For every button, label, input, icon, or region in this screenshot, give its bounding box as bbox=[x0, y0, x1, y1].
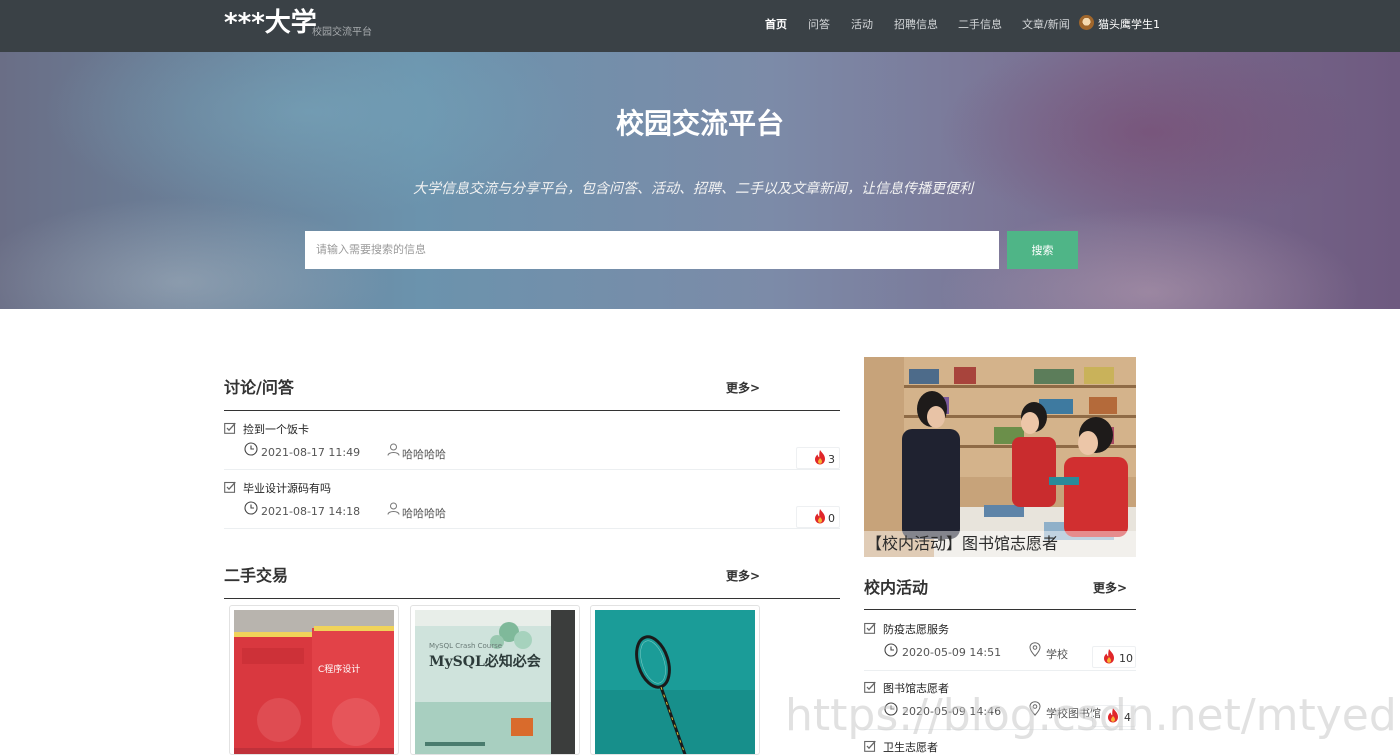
library-volunteers-photo bbox=[864, 357, 1136, 557]
nav-jobs[interactable]: 招聘信息 bbox=[894, 16, 938, 32]
edit-icon bbox=[224, 481, 236, 493]
search-button[interactable]: 搜索 bbox=[1007, 231, 1078, 269]
hero-banner: 校园交流平台 大学信息交流与分享平台，包含问答、活动、招聘、二手以及文章新闻，让… bbox=[0, 52, 1400, 309]
secondhand-card[interactable] bbox=[590, 605, 760, 755]
search-input[interactable] bbox=[305, 231, 999, 269]
brand-subtitle: 校园交流平台 bbox=[312, 27, 372, 38]
nav-activity[interactable]: 活动 bbox=[851, 16, 873, 32]
top-navbar: ***大学 校园交流平台 首页 问答 活动 招聘信息 二手信息 文章/新闻 猫头… bbox=[0, 0, 1400, 52]
qa-item-author: 哈哈哈哈 bbox=[402, 448, 446, 461]
qa-item-time: 2021-08-17 11:49 bbox=[261, 446, 361, 459]
badminton-racket-image bbox=[595, 610, 755, 754]
fire-icon bbox=[815, 450, 825, 465]
book-title-text: MySQL必知必会 bbox=[429, 653, 542, 670]
fire-icon bbox=[1104, 649, 1114, 664]
secondhand-divider bbox=[224, 598, 840, 599]
qa-item-title[interactable]: 捡到一个饭卡 bbox=[243, 421, 309, 437]
qa-item-title[interactable]: 毕业设计源码有吗 bbox=[243, 480, 331, 496]
row-divider bbox=[864, 670, 1136, 671]
nav-secondhand[interactable]: 二手信息 bbox=[958, 16, 1002, 32]
nav-articles[interactable]: 文章/新闻 bbox=[1022, 16, 1070, 32]
qa-divider bbox=[224, 410, 840, 411]
hot-count: 3 bbox=[828, 453, 835, 466]
qa-section-title: 讨论/问答 bbox=[224, 378, 294, 397]
book-title-text: C程序设计 bbox=[318, 663, 360, 675]
qa-item-author: 哈哈哈哈 bbox=[402, 507, 446, 520]
activity-item-title[interactable]: 防疫志愿服务 bbox=[883, 621, 949, 637]
row-divider bbox=[224, 528, 840, 529]
activity-more-link[interactable]: 更多> bbox=[1093, 579, 1127, 596]
hot-count: 0 bbox=[828, 512, 835, 525]
fire-icon bbox=[815, 509, 825, 524]
secondhand-more-link[interactable]: 更多> bbox=[726, 567, 760, 584]
qa-more-link[interactable]: 更多> bbox=[726, 379, 760, 396]
edit-icon bbox=[224, 422, 236, 434]
user-name[interactable]: 猫头鹰学生1 bbox=[1098, 16, 1160, 32]
secondhand-section-title: 二手交易 bbox=[224, 566, 289, 585]
activity-banner[interactable]: 【校内活动】图书馆志愿者 bbox=[864, 357, 1136, 557]
brand-logo[interactable]: ***大学 bbox=[224, 6, 317, 40]
book-subtitle-text: MySQL Crash Course bbox=[429, 642, 502, 650]
hero-description: 大学信息交流与分享平台，包含问答、活动、招聘、二手以及文章新闻，让信息传播更便利 bbox=[413, 181, 973, 197]
user-icon bbox=[387, 502, 400, 515]
mysql-crash-course-book-image: MySQL Crash Course MySQL必知必会 bbox=[415, 610, 575, 754]
activity-item-title[interactable]: 卫生志愿者 bbox=[883, 739, 938, 755]
edit-icon bbox=[864, 740, 876, 752]
secondhand-card[interactable]: MySQL Crash Course MySQL必知必会 bbox=[410, 605, 580, 755]
activity-section-title: 校内活动 bbox=[864, 578, 929, 597]
edit-icon bbox=[864, 622, 876, 634]
nav-home[interactable]: 首页 bbox=[765, 16, 787, 32]
activity-banner-caption: 【校内活动】图书馆志愿者 bbox=[864, 531, 1136, 557]
qa-item-time: 2021-08-17 14:18 bbox=[261, 505, 361, 518]
red-c-programming-books-image: C程序设计 bbox=[234, 610, 394, 754]
user-icon bbox=[387, 443, 400, 456]
nav-qa[interactable]: 问答 bbox=[808, 16, 830, 32]
secondhand-card[interactable]: C程序设计 bbox=[229, 605, 399, 755]
location-pin-icon bbox=[1029, 642, 1041, 657]
row-divider bbox=[224, 469, 840, 470]
activity-item-place: 学校 bbox=[1046, 648, 1068, 661]
watermark-text: https://blog.csdn.net/mtyedu bbox=[785, 690, 1400, 741]
hot-count: 10 bbox=[1119, 652, 1133, 665]
clock-icon bbox=[244, 442, 258, 456]
clock-icon bbox=[884, 643, 898, 657]
user-avatar-icon[interactable] bbox=[1079, 15, 1094, 30]
clock-icon bbox=[244, 501, 258, 515]
activity-item-time: 2020-05-09 14:51 bbox=[902, 646, 1002, 659]
activity-divider bbox=[864, 609, 1136, 610]
hero-title: 校园交流平台 bbox=[615, 107, 784, 140]
